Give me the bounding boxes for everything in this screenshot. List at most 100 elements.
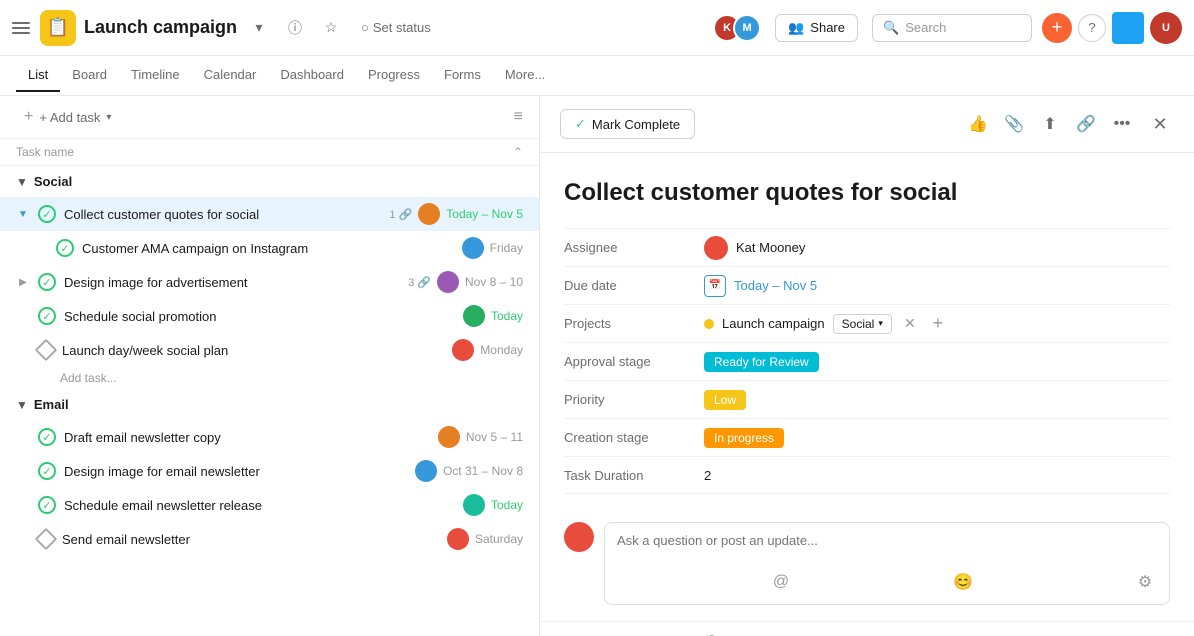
sort-icon[interactable]: ≡ [514,108,523,126]
social-tag[interactable]: Social ▾ [833,314,892,334]
avatar-t2 [437,271,459,293]
task-row-t4[interactable]: Launch day/week social plan Monday [0,333,539,367]
collapse-icon[interactable]: ⌃ [513,145,523,159]
tab-forms[interactable]: Forms [432,59,493,92]
thumbs-up-btn[interactable]: 👍 [962,108,994,140]
task-row-t3[interactable]: ✓ Schedule social promotion Today [0,299,539,333]
add-project-btn[interactable]: + [928,314,948,334]
task-check-t4[interactable] [35,339,58,362]
task-date-t5: Nov 5 – 11 [466,430,523,444]
section-collapse-email[interactable]: ▼ [16,398,28,412]
mark-complete-btn[interactable]: ✓ Mark Complete [560,109,695,139]
priority-badge: Low [704,390,746,410]
task-row-t5[interactable]: ✓ Draft email newsletter copy Nov 5 – 11 [0,420,539,454]
task-date-t1s1: Friday [490,241,523,255]
section-collapse-icon[interactable]: ▼ [16,175,28,189]
task-check-t7[interactable]: ✓ [38,496,56,514]
task-date-t3: Today [491,309,523,323]
field-task-duration: Task Duration 2 [564,456,1170,494]
more-options-btn[interactable]: ••• [1106,108,1138,140]
field-due-date: Due date 📅 Today – Nov 5 [564,266,1170,304]
calendar-icon: 📅 [704,275,726,297]
avatar-t3 [463,305,485,327]
add-task-label: + Add task [39,110,100,125]
tab-board[interactable]: Board [60,59,119,92]
avatar-t7 [463,494,485,516]
task-row-t1s1[interactable]: ✓ Customer AMA campaign on Instagram Fri… [0,231,539,265]
project-star-btn[interactable]: ☆ [317,14,345,42]
user-avatar-2: M [733,14,761,42]
tab-dashboard[interactable]: Dashboard [268,59,356,92]
section-email-header[interactable]: ▼ Email [0,389,539,420]
creation-stage-badge: In progress [704,428,784,448]
task-row-t7[interactable]: ✓ Schedule email newsletter release Toda… [0,488,539,522]
avatar-t8 [447,528,469,550]
field-projects: Projects Launch campaign Social ▾ ✕ + [564,304,1170,342]
task-check-t3[interactable]: ✓ [38,307,56,325]
task-date-t4: Monday [480,343,523,357]
task-check-t5[interactable]: ✓ [38,428,56,446]
task-date-t7: Today [491,498,523,512]
add-task-btn[interactable]: + + Add task ▾ [16,104,119,130]
approval-stage-label: Approval stage [564,354,704,369]
task-name-t8: Send email newsletter [62,532,439,547]
app-icon: 📋 [40,10,76,46]
expand-icon-t2[interactable]: ▶ [16,275,30,289]
avatar-t5 [438,426,460,448]
task-name-t1s1: Customer AMA campaign on Instagram [82,241,454,256]
help-btn[interactable]: ? [1078,14,1106,42]
task-check-t8[interactable] [35,528,58,551]
tab-list[interactable]: List [16,59,60,92]
task-check-t6[interactable]: ✓ [38,462,56,480]
emoji-btn[interactable]: 😊 [951,570,975,594]
due-date-label: Due date [564,278,704,293]
project-name: Launch campaign [84,17,237,38]
remove-project-btn[interactable]: ✕ [900,314,920,334]
tab-more[interactable]: More... [493,59,557,92]
task-name-t4: Launch day/week social plan [62,343,444,358]
share-detail-btn[interactable]: ⬆ [1034,108,1066,140]
add-btn[interactable]: + [1042,13,1072,43]
task-row-t2[interactable]: ▶ ✓ Design image for advertisement 3 🔗 N… [0,265,539,299]
main-user-avatar[interactable]: U [1150,12,1182,44]
task-date-t2: Nov 8 – 10 [465,275,523,289]
task-row-t1[interactable]: ▼ ✓ Collect customer quotes for social 1… [0,197,539,231]
avatar-group: K M [713,14,761,42]
field-approval-stage: Approval stage Ready for Review [564,342,1170,380]
section-social-title: Social [34,174,72,189]
task-check-t2[interactable]: ✓ [38,273,56,291]
circle-icon: ○ [361,20,369,35]
tab-calendar[interactable]: Calendar [192,59,269,92]
set-status-btn[interactable]: ○ Set status [353,16,439,39]
creation-stage-label: Creation stage [564,430,704,445]
field-assignee: Assignee Kat Mooney [564,228,1170,266]
task-check-t1s1[interactable]: ✓ [56,239,74,257]
assignee-label: Assignee [564,240,704,255]
task-row-t6[interactable]: ✓ Design image for email newsletter Oct … [0,454,539,488]
task-name-t1: Collect customer quotes for social [64,207,381,222]
add-task-social-row[interactable]: Add task... [0,367,539,389]
share-icon: 👥 [788,20,804,36]
task-name-t2: Design image for advertisement [64,275,400,290]
section-social-header[interactable]: ▼ Social [0,166,539,197]
comment-input[interactable] [617,533,1157,563]
at-mention-btn[interactable]: @ [769,570,793,594]
hamburger-menu[interactable] [12,18,32,38]
more-comment-btn[interactable]: ⚙ [1133,570,1157,594]
task-duration-label: Task Duration [564,468,704,483]
attachment-btn[interactable]: 📎 [998,108,1030,140]
avatar-t4 [452,339,474,361]
project-info-btn[interactable]: ▾ [245,14,273,42]
tab-progress[interactable]: Progress [356,59,432,92]
task-check-t1[interactable]: ✓ [38,205,56,223]
share-btn[interactable]: 👥 Share [775,14,858,42]
task-duration-value: 2 [704,468,711,483]
tab-timeline[interactable]: Timeline [119,59,192,92]
expand-icon-t1[interactable]: ▼ [16,207,30,221]
link-btn[interactable]: 🔗 [1070,108,1102,140]
due-date-value: Today – Nov 5 [734,278,817,293]
search-box[interactable]: 🔍 Search [872,14,1032,42]
project-details-btn[interactable]: ⓘ [281,14,309,42]
close-panel-btn[interactable]: ✕ [1146,110,1174,138]
task-row-t8[interactable]: Send email newsletter Saturday [0,522,539,556]
